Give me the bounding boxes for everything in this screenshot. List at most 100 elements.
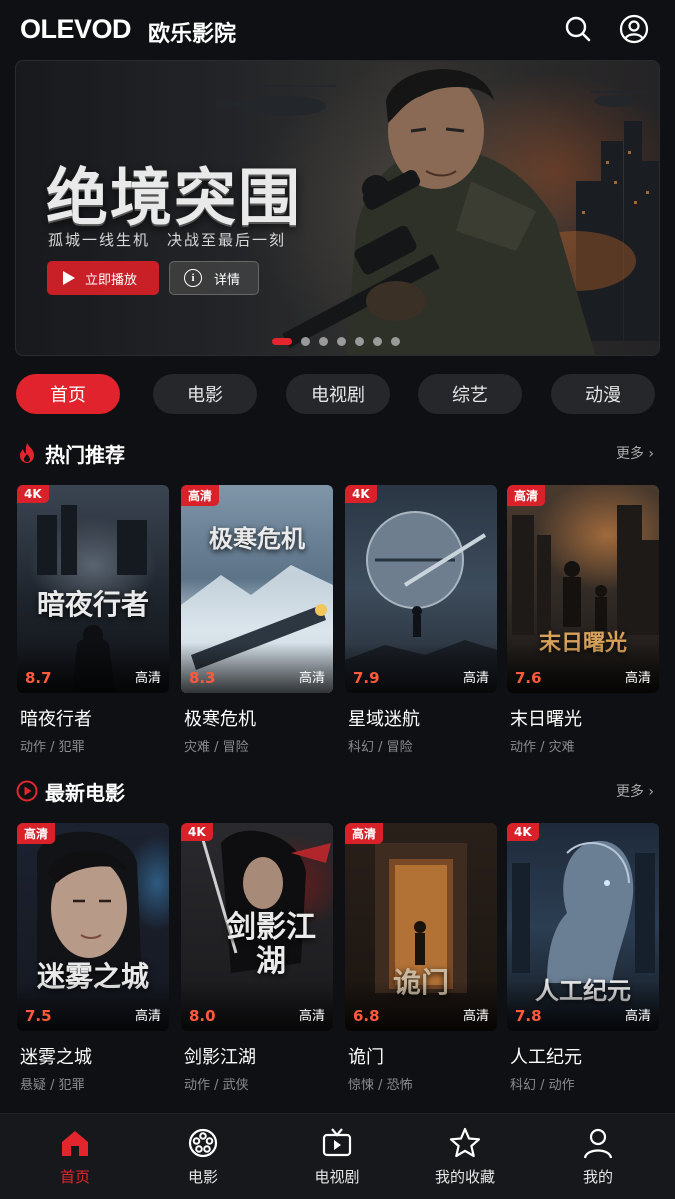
star-icon: [449, 1127, 481, 1158]
rating: 8.7: [25, 669, 52, 687]
movie-genre: 科幻 / 动作: [510, 1078, 575, 1093]
quality-badge: 高清: [17, 823, 56, 844]
carousel-dot[interactable]: [355, 337, 364, 346]
details-button[interactable]: i 详情: [169, 261, 259, 295]
search-icon[interactable]: [562, 13, 594, 45]
nav-home[interactable]: 首页: [15, 1114, 135, 1199]
tab-variety[interactable]: 综艺: [418, 374, 522, 414]
movie-card[interactable]: 4K 7.9 高清 星域迷航 科幻 / 冒险: [345, 485, 497, 755]
hero-banner[interactable]: 绝境突围 孤城一线生机 决战至最后一刻 立即播放 i 详情: [15, 60, 660, 356]
movie-genre: 动作 / 武侠: [184, 1078, 249, 1093]
quality-badge: 4K: [507, 823, 539, 841]
movie-title[interactable]: 诡门: [345, 1043, 497, 1069]
rating: 7.8: [515, 1007, 542, 1025]
movie-genre: 悬疑 / 犯罪: [20, 1078, 85, 1093]
movie-title[interactable]: 极寒危机: [181, 705, 333, 731]
carousel-dot[interactable]: [319, 337, 328, 346]
home-icon: [62, 1131, 88, 1156]
movie-genre: 科幻 / 冒险: [348, 740, 413, 755]
movie-card[interactable]: 诡门 高清 6.8 高清 诡门 惊悚 / 恐怖: [345, 823, 497, 1093]
fire-icon: [20, 443, 34, 463]
movie-card[interactable]: 人工纪元 4K 7.8 高清 人工纪元 科幻 / 动作: [507, 823, 659, 1093]
resolution-label: 高清: [134, 671, 161, 686]
user-circle-icon[interactable]: [618, 13, 650, 45]
resolution-label: 高清: [298, 671, 325, 686]
rating: 7.9: [353, 669, 380, 687]
movie-poster[interactable]: 迷雾之城 高清 7.5 高清: [17, 823, 169, 1031]
poster-title: 极寒危机: [209, 524, 305, 553]
banner-title: 绝境突围: [46, 161, 303, 234]
movie-card[interactable]: 末日曙光 高清 7.6 高清 末日曙光 动作 / 灾难: [507, 485, 659, 755]
quality-badge: 高清: [345, 823, 384, 844]
nav-label: 我的收藏: [434, 1168, 495, 1186]
quality-badge: 高清: [507, 485, 546, 506]
movie-poster[interactable]: 末日曙光 高清 7.6 高清: [507, 485, 659, 693]
nav-label: 首页: [59, 1168, 90, 1186]
nav-label: 我的: [582, 1168, 613, 1186]
rating: 6.8: [353, 1007, 380, 1025]
section-header-latest: 最新电影 更多 ›: [16, 777, 656, 807]
tab-anime[interactable]: 动漫: [551, 374, 655, 414]
movie-card[interactable]: 剑影江湖 4K 8.0 高清 剑影江湖 动作 / 武侠: [181, 823, 333, 1093]
resolution-label: 高清: [134, 1009, 161, 1024]
more-link[interactable]: 更多 ›: [616, 443, 654, 463]
carousel-dot[interactable]: [391, 337, 400, 346]
movie-poster[interactable]: 极寒危机 高清 8.3 高清: [181, 485, 333, 693]
user-icon: [583, 1128, 613, 1159]
tab-movies[interactable]: 电影: [153, 374, 257, 414]
carousel-indicator: [272, 337, 400, 346]
nav-favorites[interactable]: 我的收藏: [405, 1114, 525, 1199]
nav-movies[interactable]: 电影: [143, 1114, 263, 1199]
quality-badge: 4K: [181, 823, 213, 841]
section-header-hot: 热门推荐 更多 ›: [16, 439, 656, 469]
app-logo[interactable]: OLEVOD: [20, 14, 132, 45]
movie-poster[interactable]: 4K 7.9 高清: [345, 485, 497, 693]
info-icon: i: [184, 269, 202, 287]
rating: 8.0: [189, 1007, 216, 1025]
quality-badge: 4K: [345, 485, 377, 503]
movie-poster[interactable]: 暗夜行者 4K 8.7 高清: [17, 485, 169, 693]
film-reel-icon: [188, 1128, 218, 1158]
carousel-dot[interactable]: [373, 337, 382, 346]
nav-profile[interactable]: 我的: [538, 1114, 658, 1199]
more-link[interactable]: 更多 ›: [616, 781, 654, 801]
bottom-navigation: 首页 电影 电视剧 我的收藏 我的: [0, 1113, 675, 1199]
section-title: 最新电影: [45, 781, 125, 805]
movie-title[interactable]: 人工纪元: [507, 1043, 659, 1069]
carousel-dot[interactable]: [272, 338, 292, 345]
app-logo-cn: 欧乐影院: [148, 22, 237, 47]
play-icon: [63, 271, 75, 285]
movie-title[interactable]: 暗夜行者: [17, 705, 169, 731]
play-now-label: 立即播放: [85, 272, 138, 288]
movie-card[interactable]: 暗夜行者 4K 8.7 高清 暗夜行者 动作 / 犯罪: [17, 485, 169, 755]
movie-card[interactable]: 迷雾之城 高清 7.5 高清 迷雾之城 悬疑 / 犯罪: [17, 823, 169, 1093]
nav-tv-series[interactable]: 电视剧: [277, 1114, 397, 1199]
quality-badge: 高清: [181, 485, 220, 506]
resolution-label: 高清: [462, 1009, 489, 1024]
carousel-dot[interactable]: [337, 337, 346, 346]
resolution-label: 高清: [624, 671, 651, 686]
movie-poster[interactable]: 人工纪元 4K 7.8 高清: [507, 823, 659, 1031]
poster-title: 暗夜行者: [36, 588, 149, 621]
resolution-label: 高清: [624, 1009, 651, 1024]
movie-poster[interactable]: 诡门 高清 6.8 高清: [345, 823, 497, 1031]
tv-icon: [322, 1128, 352, 1157]
nav-label: 电影: [187, 1168, 218, 1186]
movie-genre: 惊悚 / 恐怖: [348, 1078, 413, 1093]
movie-poster[interactable]: 剑影江湖 4K 8.0 高清: [181, 823, 333, 1031]
tab-home[interactable]: 首页: [16, 374, 120, 414]
movie-title[interactable]: 剑影江湖: [181, 1043, 333, 1069]
movie-card[interactable]: 极寒危机 高清 8.3 高清 极寒危机 灾难 / 冒险: [181, 485, 333, 755]
movie-title[interactable]: 迷雾之城: [17, 1043, 169, 1069]
play-now-button[interactable]: 立即播放: [47, 261, 159, 295]
movie-title[interactable]: 末日曙光: [507, 705, 659, 731]
carousel-dot[interactable]: [301, 337, 310, 346]
category-tabs: 首页 电影 电视剧 综艺 动漫: [16, 374, 656, 414]
movie-title[interactable]: 星域迷航: [345, 705, 497, 731]
banner-subtitle: 孤城一线生机 决战至最后一刻: [48, 231, 287, 249]
rating: 7.6: [515, 669, 542, 687]
app-header: OLEVOD 欧乐影院: [0, 0, 675, 60]
nav-label: 电视剧: [314, 1168, 360, 1186]
tab-tv-series[interactable]: 电视剧: [286, 374, 390, 414]
rating: 8.3: [189, 669, 216, 687]
